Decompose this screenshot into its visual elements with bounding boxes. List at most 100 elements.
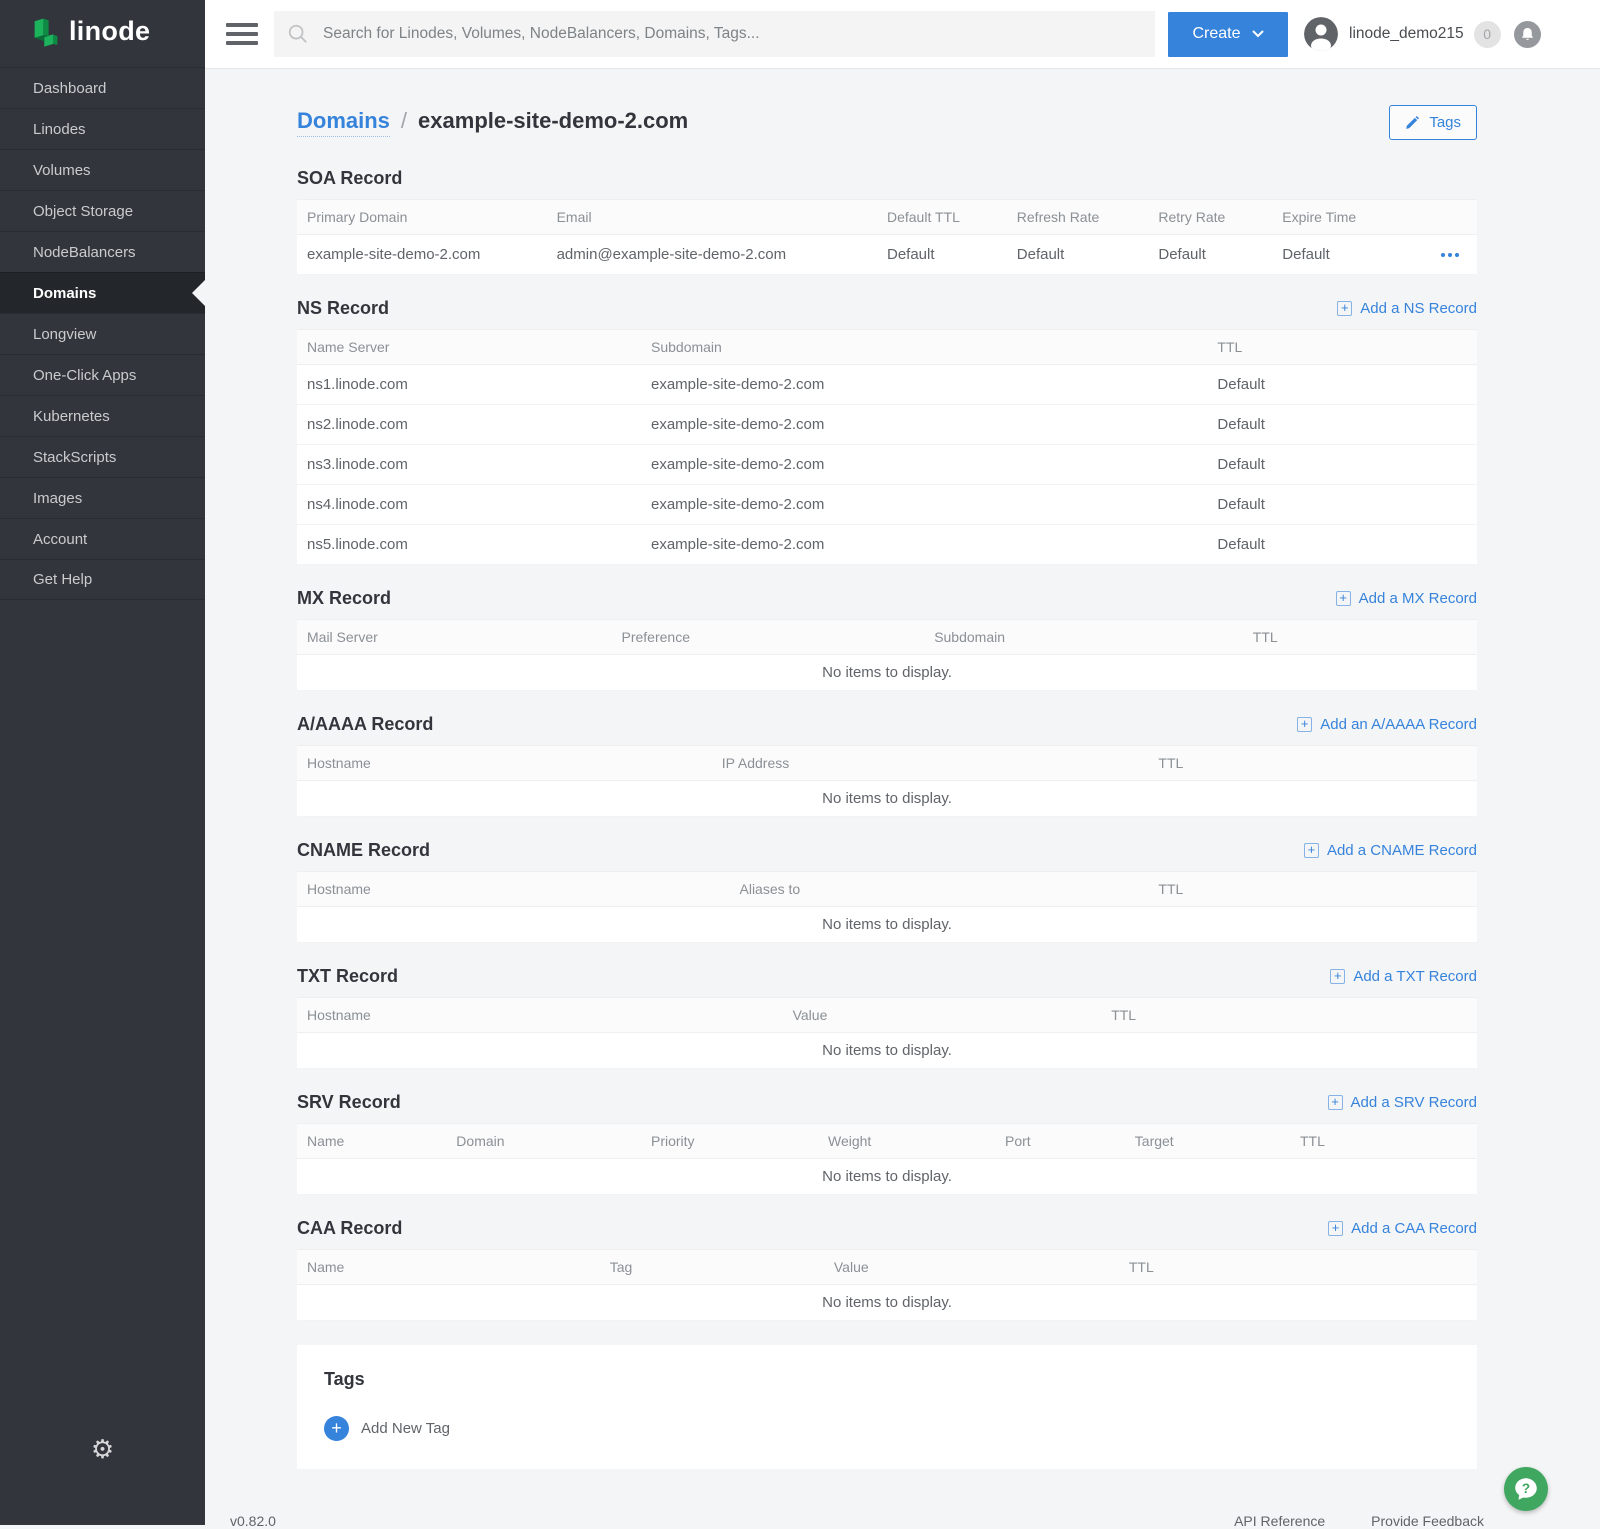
cname-section-header: CNAME Record+Add a CNAME Record: [297, 837, 1477, 863]
empty-row: No items to display.: [297, 655, 1477, 691]
table-cell: Default: [1217, 376, 1477, 393]
table-header-row: NameDomainPriorityWeightPortTargetTTL: [297, 1123, 1477, 1159]
column-header: Preference: [622, 629, 935, 645]
sidebar-item-label: Longview: [33, 326, 96, 343]
sidebar-item-nodebalancers[interactable]: NodeBalancers: [0, 231, 205, 272]
edit-tags-button[interactable]: Tags: [1389, 105, 1477, 140]
edit-tags-button-label: Tags: [1429, 114, 1461, 131]
column-header: Primary Domain: [297, 209, 557, 225]
mx-record-section: MX Record+Add a MX RecordMail ServerPref…: [297, 585, 1477, 691]
column-header: Retry Rate: [1158, 209, 1282, 225]
ns-record-section: NS Record+Add a NS RecordName ServerSubd…: [297, 295, 1477, 565]
column-header: TTL: [1158, 881, 1477, 897]
table-header-row: Primary DomainEmailDefault TTLRefresh Ra…: [297, 199, 1477, 235]
add-new-tag-button[interactable]: + Add New Tag: [324, 1416, 450, 1441]
breadcrumb-domains-link[interactable]: Domains: [297, 108, 390, 137]
table-row: ns1.linode.comexample-site-demo-2.comDef…: [297, 365, 1477, 405]
table-cell: Default: [1158, 246, 1282, 263]
sidebar-item-object-storage[interactable]: Object Storage: [0, 190, 205, 231]
column-header: Hostname: [297, 881, 740, 897]
page-header: Domains / example-site-demo-2.com Tags: [297, 99, 1477, 145]
table-cell: example-site-demo-2.com: [651, 536, 1217, 553]
sidebar-item-images[interactable]: Images: [0, 477, 205, 518]
add-mx-record-link[interactable]: +Add a MX Record: [1336, 590, 1477, 607]
empty-state-text: No items to display.: [297, 1168, 1477, 1185]
table-header-row: Mail ServerPreferenceSubdomainTTL: [297, 619, 1477, 655]
table-cell: ns2.linode.com: [297, 416, 651, 433]
sidebar-item-label: Volumes: [33, 162, 91, 179]
sidebar-item-kubernetes[interactable]: Kubernetes: [0, 395, 205, 436]
sidebar-item-label: Account: [33, 531, 87, 548]
empty-row: No items to display.: [297, 1285, 1477, 1321]
help-button[interactable]: ?: [1504, 1467, 1548, 1511]
aaaa-table: HostnameIP AddressTTLNo items to display…: [297, 745, 1477, 817]
avatar[interactable]: [1304, 17, 1338, 51]
sidebar-item-stackscripts[interactable]: StackScripts: [0, 436, 205, 477]
section-title: A/AAAA Record: [297, 714, 433, 735]
plus-box-icon: +: [1336, 591, 1351, 606]
txt-record-section: TXT Record+Add a TXT RecordHostnameValue…: [297, 963, 1477, 1069]
tags-panel: Tags + Add New Tag: [297, 1345, 1477, 1469]
sidebar-item-one-click-apps[interactable]: One-Click Apps: [0, 354, 205, 395]
linode-logo[interactable]: linode: [0, 0, 205, 64]
provide-feedback-link[interactable]: Provide Feedback: [1371, 1513, 1484, 1529]
section-title: CAA Record: [297, 1218, 402, 1239]
section-title: SOA Record: [297, 168, 402, 189]
column-header: TTL: [1158, 755, 1477, 771]
add-aaaa-record-link[interactable]: +Add an A/AAAA Record: [1297, 716, 1477, 733]
table-cell: example-site-demo-2.com: [651, 376, 1217, 393]
sidebar-item-dashboard[interactable]: Dashboard: [0, 67, 205, 108]
plus-box-icon: +: [1330, 969, 1345, 984]
plus-box-icon: +: [1297, 717, 1312, 732]
sidebar-item-label: Domains: [33, 285, 96, 302]
help-question-icon: ?: [1512, 1475, 1540, 1503]
breadcrumb-separator: /: [401, 108, 407, 134]
sidebar-item-label: Images: [33, 490, 82, 507]
sidebar-settings-button[interactable]: ⚙: [0, 1437, 205, 1463]
row-actions-menu-button[interactable]: [1439, 247, 1461, 263]
cname-table: HostnameAliases toTTLNo items to display…: [297, 871, 1477, 943]
column-header: Tag: [610, 1259, 834, 1275]
add-txt-record-link[interactable]: +Add a TXT Record: [1330, 968, 1477, 985]
sidebar-item-account[interactable]: Account: [0, 518, 205, 559]
empty-row: No items to display.: [297, 781, 1477, 817]
sidebar-item-longview[interactable]: Longview: [0, 313, 205, 354]
table-cell: ns1.linode.com: [297, 376, 651, 393]
sidebar-item-linodes[interactable]: Linodes: [0, 108, 205, 149]
username-menu[interactable]: linode_demo215: [1349, 25, 1464, 43]
column-header: Expire Time: [1282, 209, 1418, 225]
search-input[interactable]: [321, 24, 1142, 44]
column-header: Subdomain: [934, 629, 1253, 645]
column-header: IP Address: [722, 755, 1159, 771]
add-caa-record-link[interactable]: +Add a CAA Record: [1328, 1220, 1477, 1237]
column-header: Port: [1005, 1133, 1135, 1149]
section-title: SRV Record: [297, 1092, 401, 1113]
linode-logo-icon: [32, 17, 60, 50]
sidebar-item-label: Get Help: [33, 571, 92, 588]
sidebar-item-volumes[interactable]: Volumes: [0, 149, 205, 190]
api-reference-link[interactable]: API Reference: [1234, 1513, 1325, 1529]
aaaa-record-section: A/AAAA Record +Add an A/AAAA Record Hostna…: [297, 711, 1477, 817]
logo-wordmark: linode: [69, 18, 150, 49]
add-ns-record-link[interactable]: +Add a NS Record: [1337, 300, 1477, 317]
add-cname-record-link[interactable]: +Add a CNAME Record: [1304, 842, 1477, 859]
global-search: [274, 11, 1155, 57]
table-cell: admin@example-site-demo-2.com: [557, 246, 887, 263]
ns-table: Name ServerSubdomainTTLns1.linode.comexa…: [297, 329, 1477, 565]
column-header: Name: [297, 1259, 610, 1275]
menu-toggle-button[interactable]: [226, 23, 258, 45]
row-action-cell: [1418, 247, 1477, 263]
add-srv-record-link[interactable]: +Add a SRV Record: [1328, 1094, 1477, 1111]
notifications-button[interactable]: [1514, 21, 1541, 48]
sidebar-item-label: Object Storage: [33, 203, 133, 220]
column-header: Hostname: [297, 1007, 793, 1023]
sidebar-item-label: NodeBalancers: [33, 244, 136, 261]
txt-section-header: TXT Record+Add a TXT Record: [297, 963, 1477, 989]
sidebar-item-get-help[interactable]: Get Help: [0, 559, 205, 600]
create-button[interactable]: Create: [1168, 12, 1288, 57]
search-icon: [287, 23, 309, 45]
column-header: Domain: [456, 1133, 651, 1149]
column-header: Refresh Rate: [1017, 209, 1159, 225]
sidebar-item-domains[interactable]: Domains: [0, 272, 205, 313]
app-version: v0.82.0: [230, 1513, 276, 1529]
